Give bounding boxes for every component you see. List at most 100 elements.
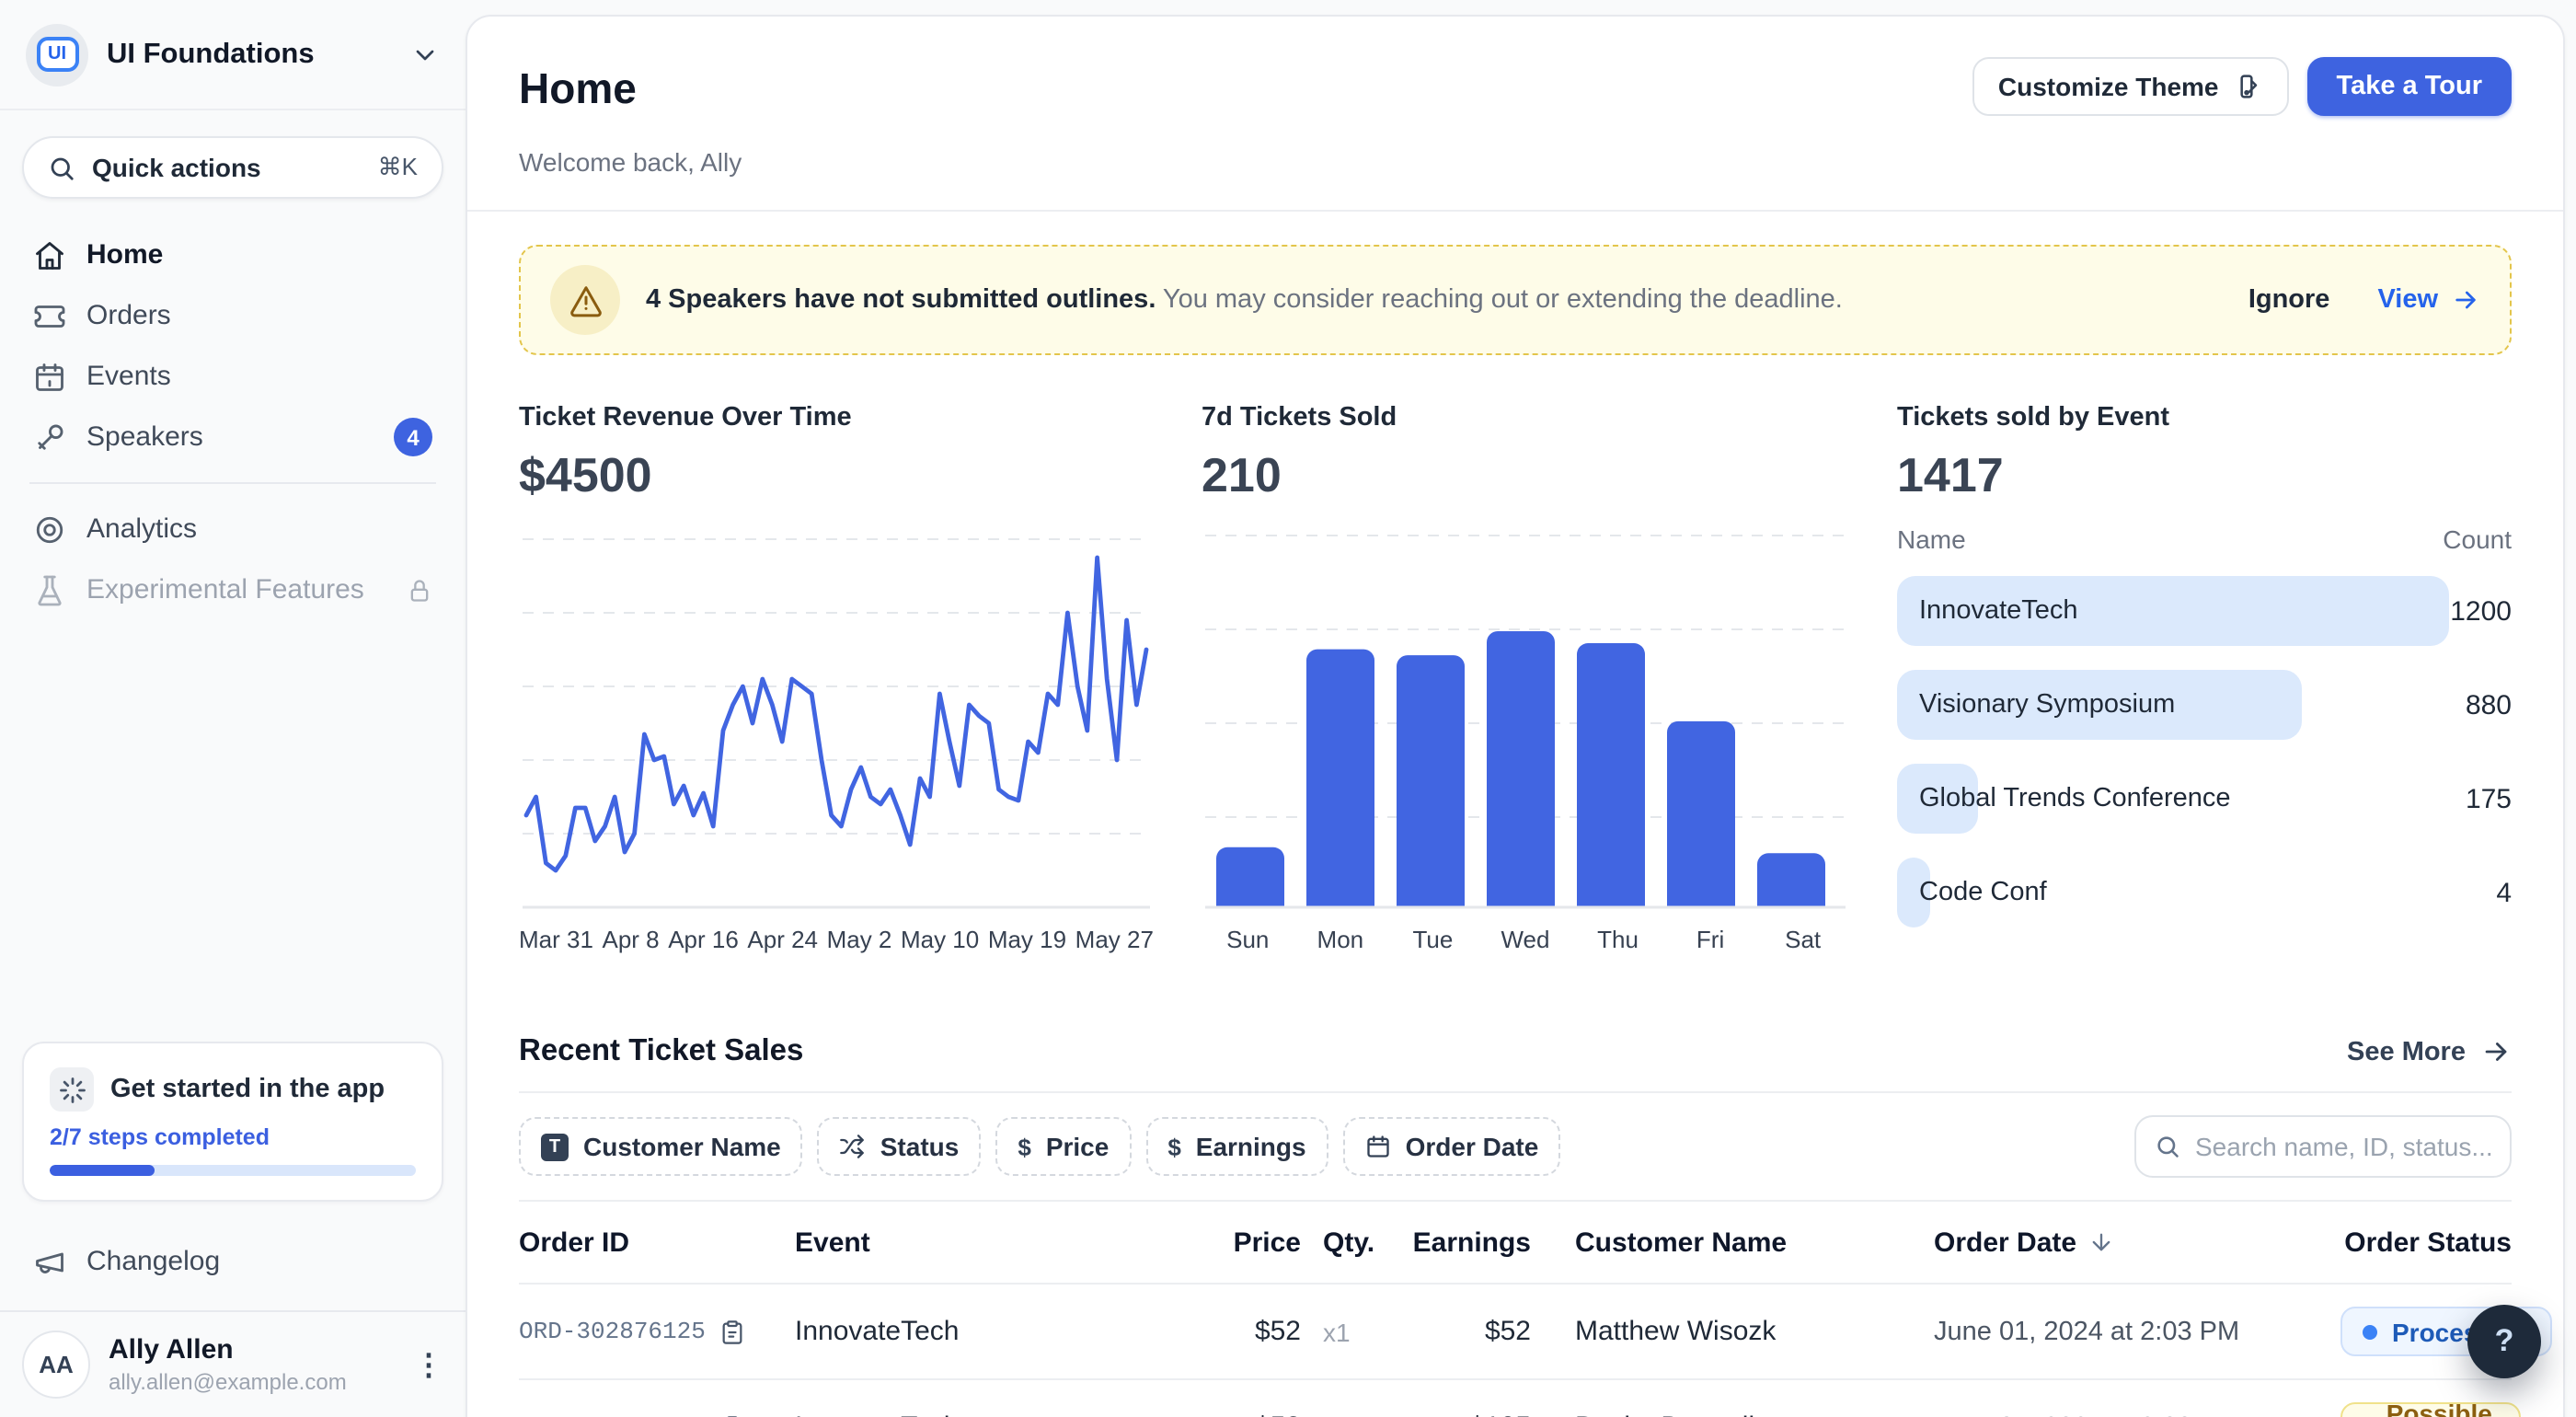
banner-message-bold: 4 Speakers have not submitted outlines.	[646, 285, 1156, 315]
earnings-cell: $105	[1402, 1411, 1531, 1417]
get-started-card[interactable]: Get started in the app 2/7 steps complet…	[22, 1042, 443, 1202]
x-tick-label: Thu	[1597, 926, 1639, 953]
microphone-icon	[33, 420, 66, 454]
customer-cell: Benita Donnelly	[1531, 1411, 1890, 1417]
bar-sat	[1757, 853, 1825, 907]
event-name: InnovateTech	[1919, 596, 2078, 626]
x-tick-label: Apr 24	[747, 926, 819, 953]
calendar-icon	[33, 360, 66, 393]
th-qty[interactable]: Qty.	[1301, 1227, 1402, 1258]
x-tick-label: Sat	[1785, 926, 1822, 953]
x-tick-label: Apr 16	[668, 926, 739, 953]
filter-status[interactable]: Status	[817, 1117, 982, 1176]
recent-sales-title: Recent Ticket Sales	[519, 1034, 804, 1067]
filter-price[interactable]: $ Price	[995, 1117, 1132, 1176]
chart-title: Ticket Revenue Over Time	[519, 403, 852, 432]
table-row[interactable]: ORD-302876125 InnovateTech $52 x1 $52 Ma…	[519, 1283, 2553, 1378]
view-button[interactable]: View	[2377, 285, 2480, 315]
tickets-by-event-panel: Tickets sold by Event 1417 Name Count In…	[1897, 403, 2512, 953]
dollar-icon: $	[1167, 1133, 1181, 1160]
revenue-chart-panel: Ticket Revenue Over Time $4500 Mar 31 Apr…	[519, 403, 1154, 953]
th-earnings[interactable]: Earnings	[1402, 1227, 1531, 1258]
th-order-date[interactable]: Order Date	[1890, 1227, 2340, 1258]
take-a-tour-button[interactable]: Take a Tour	[2306, 57, 2512, 116]
sidebar-item-speakers[interactable]: Speakers 4	[15, 407, 451, 467]
sidebar-item-label: Experimental Features	[86, 574, 364, 605]
order-id-value: ORD-302876125	[519, 1318, 706, 1345]
workspace-switcher[interactable]: UI UI Foundations	[0, 0, 466, 110]
chart-title: Tickets sold by Event	[1897, 403, 2170, 432]
megaphone-icon	[33, 1245, 66, 1278]
shortcut-hint: ⌘K	[377, 153, 418, 180]
filter-order-date[interactable]: Order Date	[1342, 1117, 1561, 1176]
customize-theme-button[interactable]: Customize Theme	[1972, 57, 2289, 116]
flask-icon	[33, 573, 66, 606]
table-search[interactable]	[2134, 1115, 2512, 1178]
see-more-button[interactable]: See More	[2347, 1036, 2512, 1067]
progress-bar	[50, 1165, 416, 1176]
sidebar-item-label: Analytics	[86, 513, 198, 545]
event-count: 880	[2465, 689, 2512, 720]
user-name: Ally Allen	[109, 1334, 234, 1365]
sidebar-item-experimental-features[interactable]: Experimental Features	[15, 559, 451, 620]
sidebar-divider	[29, 482, 436, 484]
sidebar-item-label: Home	[86, 239, 164, 271]
th-customer-name[interactable]: Customer Name	[1531, 1227, 1890, 1258]
ignore-button[interactable]: Ignore	[2248, 285, 2330, 315]
th-price[interactable]: Price	[1209, 1227, 1301, 1258]
sidebar-item-analytics[interactable]: Analytics	[15, 499, 451, 559]
sidebar-nav: Home Orders Events Speakers 4 Analytics …	[0, 213, 466, 620]
event-row[interactable]: Visionary Symposium 880	[1897, 670, 2512, 740]
th-event[interactable]: Event	[795, 1227, 1209, 1258]
sidebar-item-orders[interactable]: Orders	[15, 285, 451, 346]
bar-wed	[1487, 631, 1555, 907]
event-row[interactable]: Code Conf 4	[1897, 858, 2512, 927]
sort-desc-icon	[2087, 1229, 2113, 1255]
app-root: UI UI Foundations Quick actions ⌘K Home	[0, 0, 2576, 1417]
event-row[interactable]: InnovateTech 1200	[1897, 576, 2512, 646]
x-tick-label: Mon	[1317, 926, 1364, 953]
x-tick-label: May 10	[900, 926, 980, 953]
quick-actions-search[interactable]: Quick actions ⌘K	[22, 136, 443, 199]
event-row[interactable]: Global Trends Conference 175	[1897, 764, 2512, 834]
event-name: Visionary Symposium	[1919, 690, 2176, 720]
sidebar-item-label: Events	[86, 361, 171, 392]
bar-chart	[1205, 535, 1846, 909]
th-order-id[interactable]: Order ID	[519, 1227, 795, 1258]
loader-icon	[50, 1067, 94, 1112]
sidebar-item-label: Speakers	[86, 421, 203, 453]
event-cell: InnovateTech	[795, 1411, 1209, 1417]
filter-earnings[interactable]: $ Earnings	[1145, 1117, 1328, 1176]
chevron-down-icon[interactable]	[410, 40, 440, 69]
x-tick-label: May 19	[987, 926, 1067, 953]
th-order-status[interactable]: Order Status	[2340, 1227, 2512, 1258]
table-row[interactable]: ORD-302876122 InnovateTech $52 x2 $105 B…	[519, 1378, 2521, 1417]
search-input[interactable]	[2195, 1132, 2491, 1161]
sidebar-item-label: Changelog	[86, 1246, 221, 1277]
chip-label: Price	[1045, 1132, 1110, 1161]
sidebar-item-changelog[interactable]: Changelog	[15, 1231, 451, 1292]
x-tick-label: Mar 31	[519, 926, 593, 953]
events-kpi: 1417	[1897, 447, 2004, 502]
event-name: Code Conf	[1919, 878, 2047, 907]
help-button[interactable]: ?	[2467, 1305, 2541, 1378]
lock-icon	[407, 577, 432, 603]
th-order-date-label: Order Date	[1934, 1227, 2077, 1258]
dollar-icon: $	[1018, 1133, 1031, 1160]
speakers-count-badge: 4	[394, 418, 432, 456]
filter-customer-name[interactable]: T Customer Name	[519, 1117, 803, 1176]
chip-label: Order Date	[1405, 1132, 1539, 1161]
sidebar-item-events[interactable]: Events	[15, 346, 451, 407]
sidebar-item-home[interactable]: Home	[15, 225, 451, 285]
clipboard-copy-icon[interactable]	[720, 1319, 746, 1344]
column-header-name: Name	[1897, 524, 1966, 554]
qty-cell: x1	[1323, 1317, 1351, 1346]
ellipsis-vertical-icon[interactable]: ⋮	[414, 1346, 443, 1383]
bar-sun	[1216, 847, 1284, 907]
shuffle-icon	[840, 1134, 866, 1159]
arrow-right-icon	[2451, 285, 2480, 315]
speakers-warning-banner: 4 Speakers have not submitted outlines. …	[519, 245, 2512, 355]
event-count: 1200	[2450, 595, 2512, 627]
user-menu[interactable]: AA Ally Allen ally.allen@example.com ⋮	[0, 1310, 466, 1417]
x-tick-label: May 27	[1075, 926, 1154, 953]
